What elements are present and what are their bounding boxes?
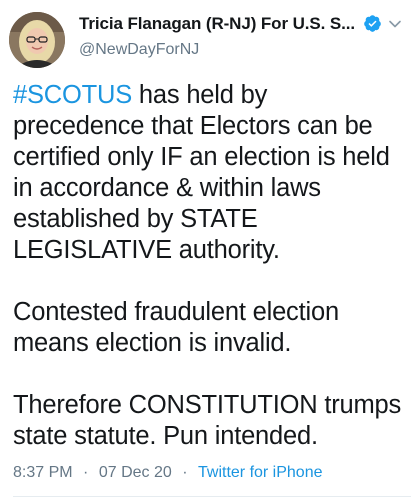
tweet-paragraph-3: Therefore CONSTITUTION trumps state stat…	[13, 391, 402, 450]
hashtag-link[interactable]: #SCOTUS	[13, 81, 132, 109]
meta-separator-2: ·	[182, 464, 188, 481]
tweet-text: #SCOTUS has held by precedence that Elec…	[13, 80, 405, 452]
verified-badge-icon	[364, 15, 381, 32]
tweet-time[interactable]: 8:37 PM	[13, 464, 73, 481]
chevron-down-icon[interactable]	[388, 17, 402, 31]
author-handle[interactable]: @NewDayForNJ	[79, 41, 199, 59]
tweet-paragraph-2: Contested fraudulent election means elec…	[13, 298, 339, 357]
avatar[interactable]	[9, 12, 65, 68]
tweet-source-link[interactable]: Twitter for iPhone	[198, 464, 323, 481]
divider	[13, 496, 411, 497]
tweet-meta: 8:37 PM · 07 Dec 20 · Twitter for iPhone	[13, 464, 323, 482]
tweet-card: Tricia Flanagan (R-NJ) For U.S. S... @Ne…	[0, 0, 411, 500]
tweet-date[interactable]: 07 Dec 20	[99, 464, 172, 481]
author-display-name[interactable]: Tricia Flanagan (R-NJ) For U.S. S...	[79, 14, 355, 34]
tweet-paragraph-1: #SCOTUS has held by precedence that Elec…	[13, 80, 405, 266]
